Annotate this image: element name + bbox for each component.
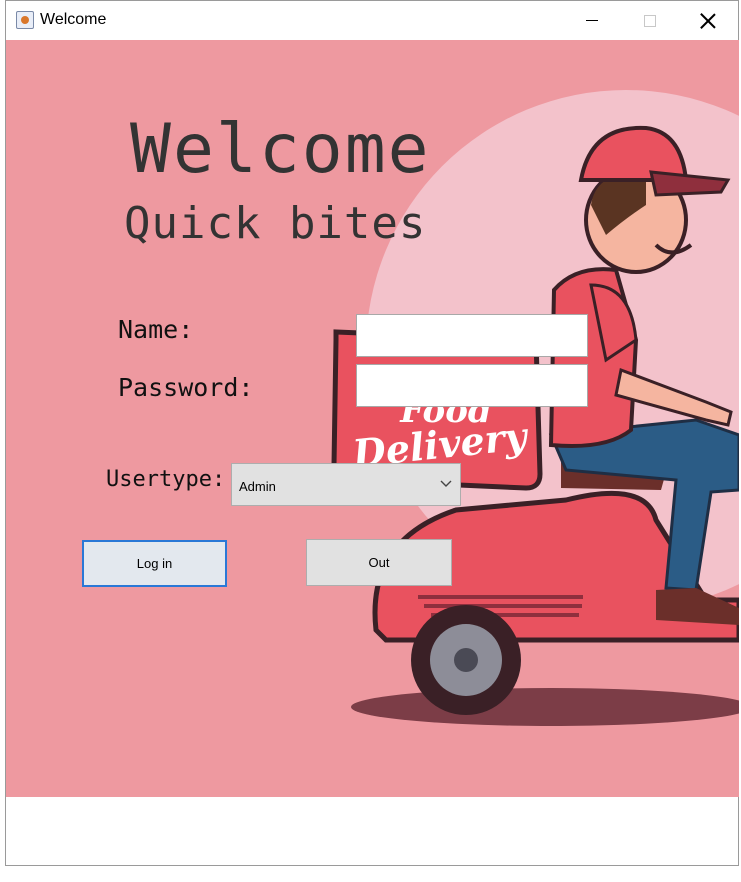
ground-shadow [351, 688, 739, 726]
minimize-icon [586, 20, 598, 21]
close-button[interactable] [679, 1, 737, 40]
application-window: Welcome Food Delivery Welcome Quick bite… [5, 0, 739, 866]
usertype-label: Usertype: [106, 467, 226, 492]
title-bar[interactable]: Welcome [6, 1, 738, 40]
welcome-title: Welcome [130, 110, 431, 189]
scooter-stripe [424, 604, 582, 608]
name-input[interactable] [356, 314, 588, 357]
name-label: Name: [118, 315, 194, 344]
password-label: Password: [118, 373, 254, 402]
wheel-hub [454, 648, 478, 672]
usertype-selected-value: Admin [239, 479, 276, 494]
out-button[interactable]: Out [306, 539, 452, 586]
maximize-button[interactable] [621, 1, 679, 40]
password-input[interactable] [356, 364, 588, 407]
java-app-icon [16, 11, 34, 29]
maximize-icon [644, 14, 656, 27]
rider-shoe [656, 588, 739, 625]
app-subtitle: Quick bites [124, 198, 427, 249]
login-button[interactable]: Log in [82, 540, 227, 587]
content-panel: Food Delivery Welcome Quick bites Name: … [6, 40, 739, 797]
chevron-down-icon [440, 480, 452, 487]
close-icon [700, 13, 716, 29]
scooter-stripe [418, 595, 583, 599]
usertype-dropdown[interactable]: Admin [231, 463, 461, 506]
minimize-button[interactable] [563, 1, 621, 40]
window-title: Welcome [40, 11, 107, 28]
